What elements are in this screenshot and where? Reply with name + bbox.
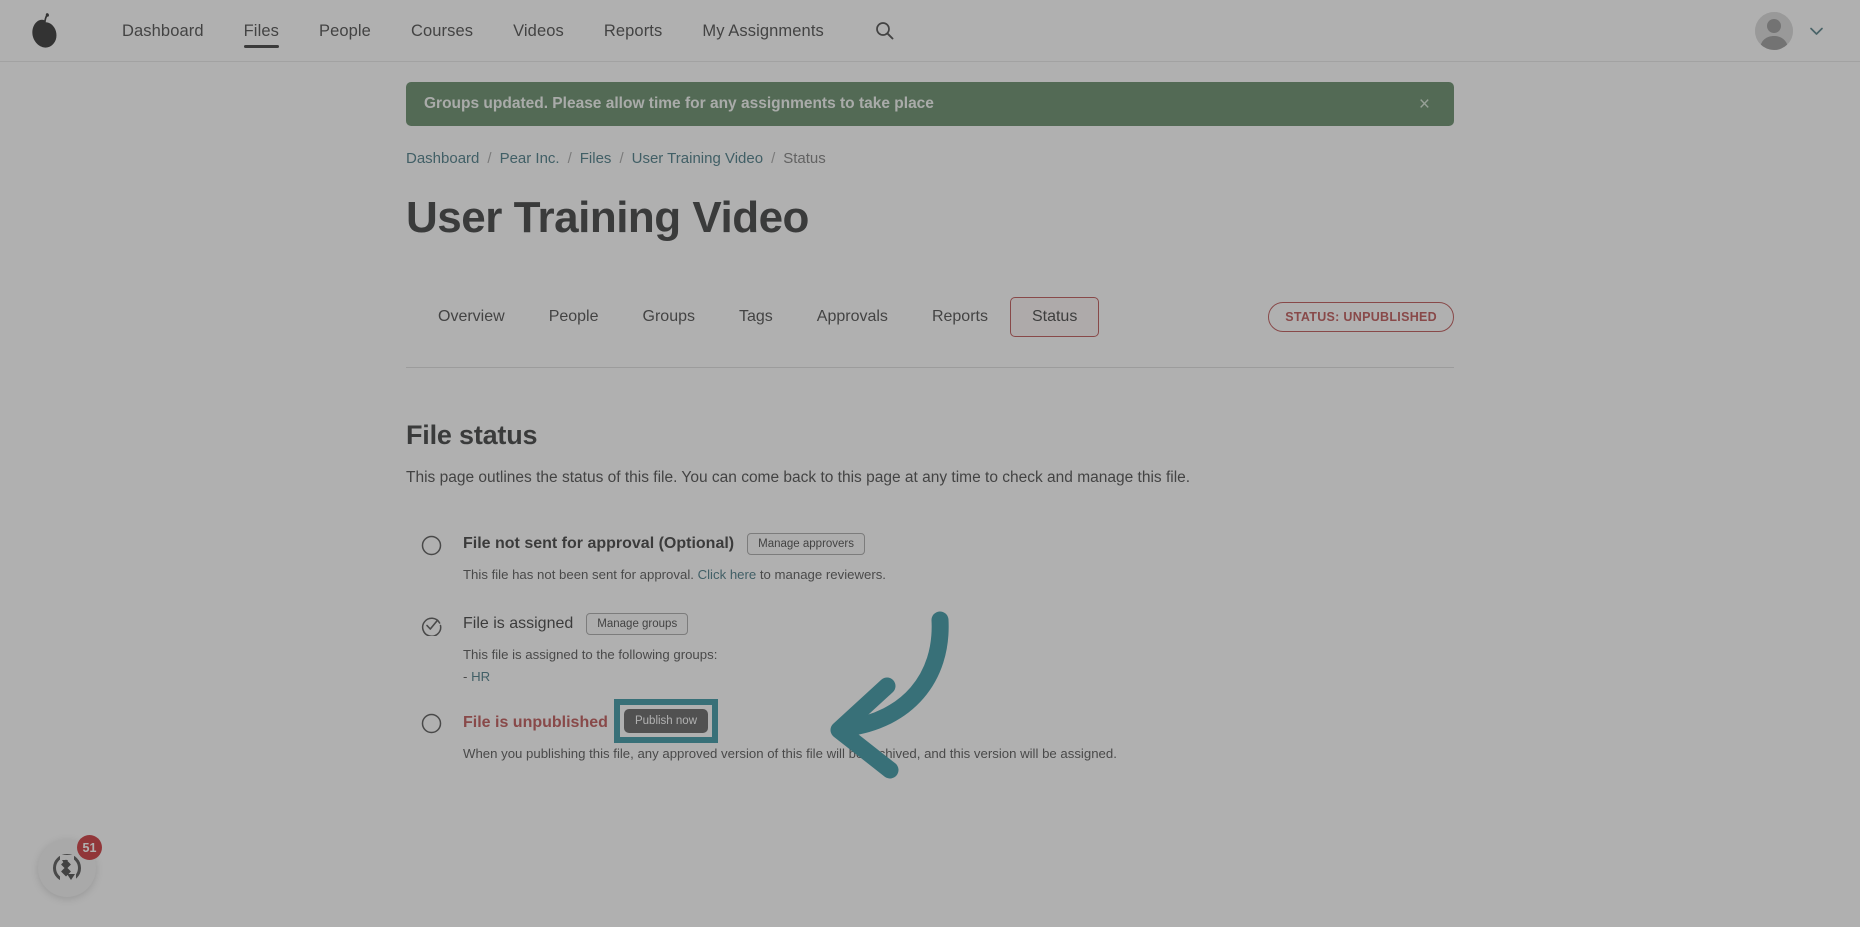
- circle-empty-icon: [418, 532, 444, 558]
- tab-label: Overview: [438, 308, 505, 325]
- group-link-hr[interactable]: HR: [471, 669, 490, 684]
- breadcrumb-item-dashboard[interactable]: Dashboard: [406, 150, 479, 167]
- status-item-body: File is assigned Manage groups This file…: [463, 611, 1454, 684]
- tab-list: Overview People Groups Tags Approvals Re…: [416, 297, 1100, 337]
- tab-reports[interactable]: Reports: [910, 297, 1010, 337]
- top-navigation-bar: Dashboard Files People Courses Videos Re…: [0, 0, 1860, 62]
- flash-message-banner: Groups updated. Please allow time for an…: [406, 82, 1454, 126]
- breadcrumb-item-user-training-video[interactable]: User Training Video: [632, 150, 763, 167]
- status-item-body: File is unpublished When you publishing …: [463, 710, 1454, 764]
- status-item-label: File not sent for approval (Optional): [463, 535, 735, 552]
- nav-item-my-assignments[interactable]: My Assignments: [682, 0, 844, 62]
- publish-now-highlight-box: Publish now: [614, 698, 718, 743]
- manage-approvers-button[interactable]: Manage approvers: [747, 533, 866, 555]
- assigned-group-line: - HR: [463, 669, 1454, 684]
- nav-item-dashboard[interactable]: Dashboard: [102, 0, 224, 62]
- nav-item-videos[interactable]: Videos: [493, 0, 584, 62]
- nav-item-people[interactable]: People: [299, 0, 391, 62]
- page-root: Dashboard Files People Courses Videos Re…: [0, 0, 1860, 927]
- tab-label: People: [548, 308, 599, 325]
- tab-overview[interactable]: Overview: [416, 297, 527, 337]
- chat-widget-button[interactable]: 51: [38, 835, 102, 897]
- tab-label: Status: [1031, 308, 1078, 325]
- status-item-description: When you publishing this file, any appro…: [463, 745, 1117, 761]
- breadcrumb-item-status: Status: [783, 150, 826, 167]
- status-item-label: File is unpublished: [463, 713, 608, 731]
- chat-widget-icon: [53, 854, 81, 882]
- tab-status[interactable]: Status: [1009, 297, 1100, 337]
- status-item-header: File not sent for approval (Optional) Ma…: [463, 531, 1454, 557]
- status-item-unpublished: File is unpublished When you publishing …: [418, 698, 1454, 764]
- nav-item-label: My Assignments: [702, 21, 824, 40]
- tab-groups[interactable]: Groups: [621, 297, 717, 337]
- breadcrumb-item-files[interactable]: Files: [580, 150, 612, 167]
- group-prefix: -: [463, 668, 472, 684]
- tab-label: Tags: [738, 308, 773, 325]
- status-item-header: File is assigned Manage groups: [463, 611, 1454, 637]
- tab-label: Reports: [931, 308, 988, 325]
- page-title: User Training Video: [406, 193, 809, 242]
- nav-right-group: [1755, 11, 1838, 50]
- circle-empty-icon: [418, 711, 444, 737]
- status-list: File not sent for approval (Optional) Ma…: [406, 531, 1454, 764]
- tab-people[interactable]: People: [527, 297, 621, 337]
- status-item-approval: File not sent for approval (Optional) Ma…: [418, 531, 1454, 585]
- nav-item-label: Dashboard: [122, 21, 204, 40]
- manage-groups-button[interactable]: Manage groups: [586, 613, 689, 636]
- status-badge: STATUS: UNPUBLISHED: [1268, 302, 1454, 332]
- nav-item-label: People: [318, 21, 371, 40]
- user-avatar-icon[interactable]: [1755, 11, 1793, 50]
- status-item-body: File not sent for approval (Optional) Ma…: [463, 531, 1454, 585]
- nav-item-label: Videos: [513, 21, 564, 40]
- breadcrumb-separator: /: [487, 150, 492, 167]
- file-status-section: File status This page outlines the statu…: [406, 368, 1454, 764]
- tab-tags[interactable]: Tags: [717, 297, 795, 337]
- breadcrumb: Dashboard / Pear Inc. / Files / User Tra…: [406, 150, 1454, 167]
- tab-label: Approvals: [816, 308, 888, 325]
- nav-item-label: Reports: [603, 21, 663, 40]
- nav-item-files[interactable]: Files: [224, 0, 299, 62]
- breadcrumb-separator: /: [771, 150, 776, 167]
- chat-unread-badge: 51: [77, 835, 102, 860]
- search-icon[interactable]: [868, 14, 902, 48]
- nav-item-label: Files: [243, 21, 279, 40]
- nav-links: Dashboard Files People Courses Videos Re…: [102, 0, 902, 61]
- check-circle-icon: [418, 612, 444, 638]
- tab-approvals[interactable]: Approvals: [795, 297, 910, 337]
- tab-label: Groups: [642, 308, 695, 325]
- status-sub-text-after: to manage reviewers.: [756, 567, 886, 582]
- nav-item-reports[interactable]: Reports: [584, 0, 682, 62]
- pear-logo-icon[interactable]: [22, 9, 66, 53]
- status-item-assigned: File is assigned Manage groups This file…: [418, 611, 1454, 684]
- status-item-label: File is assigned: [463, 615, 574, 633]
- status-item-description: This file is assigned to the following g…: [463, 647, 718, 663]
- status-sub-text-before: This file has not been sent for approval…: [463, 567, 698, 582]
- close-icon[interactable]: ×: [1413, 91, 1436, 118]
- section-description: This page outlines the status of this fi…: [406, 469, 1191, 486]
- tabs-row: Overview People Groups Tags Approvals Re…: [406, 297, 1454, 337]
- publish-now-button[interactable]: Publish now: [623, 708, 708, 733]
- nav-item-courses[interactable]: Courses: [391, 0, 493, 62]
- click-here-link[interactable]: Click here: [698, 567, 757, 582]
- section-heading: File status: [406, 420, 538, 450]
- breadcrumb-item-pear-inc[interactable]: Pear Inc.: [500, 150, 560, 167]
- main-content: Groups updated. Please allow time for an…: [406, 62, 1454, 764]
- breadcrumb-separator: /: [619, 150, 624, 167]
- nav-item-label: Courses: [410, 21, 474, 40]
- status-item-description: This file has not been sent for approval…: [463, 565, 1454, 585]
- status-item-header: File is unpublished: [463, 710, 1454, 736]
- breadcrumb-separator: /: [567, 150, 572, 167]
- chevron-down-icon[interactable]: [1809, 26, 1824, 36]
- flash-message-text: Groups updated. Please allow time for an…: [424, 95, 934, 112]
